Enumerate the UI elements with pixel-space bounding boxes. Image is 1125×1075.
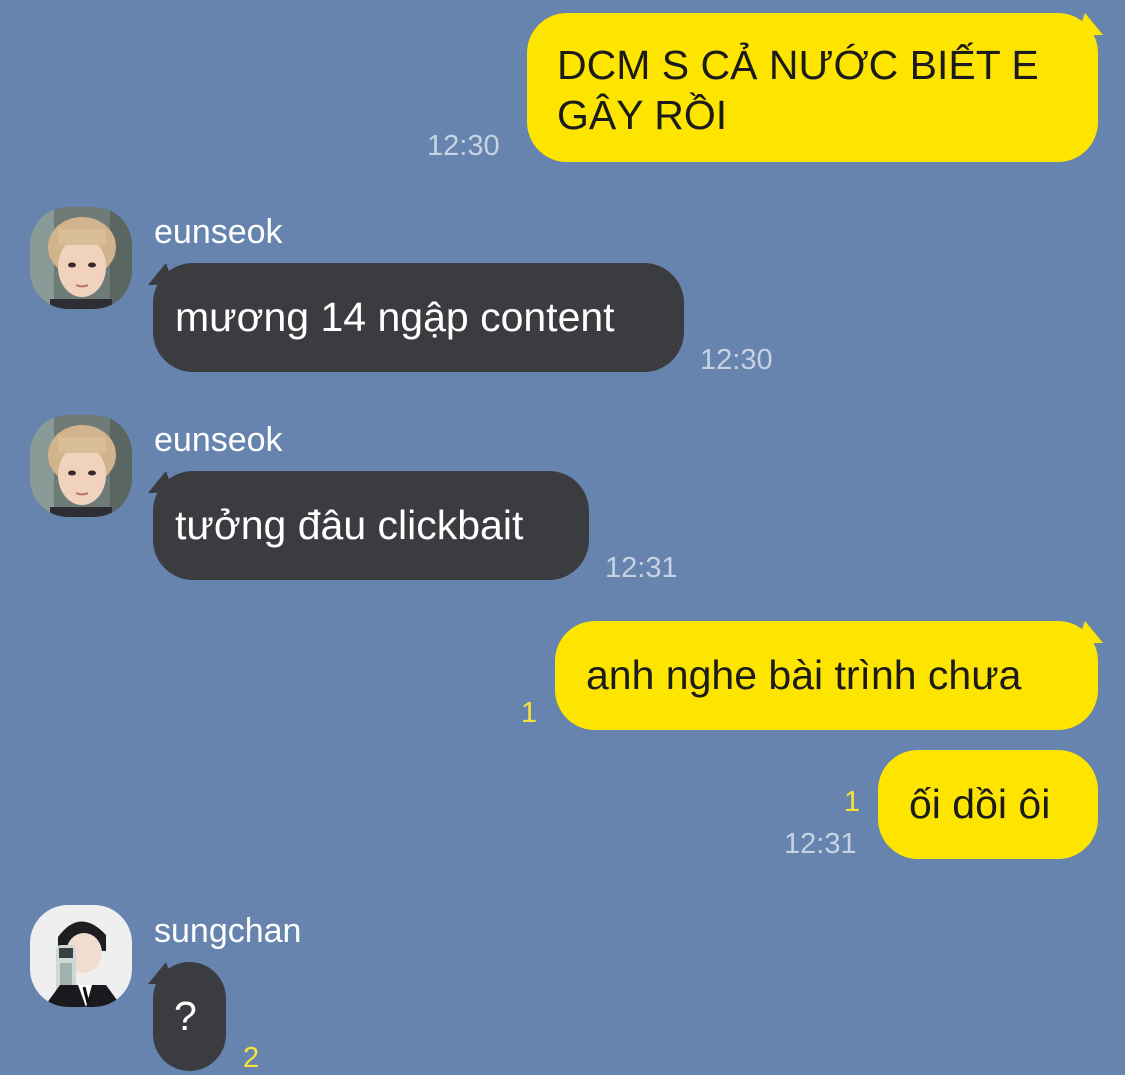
message-time: 12:30 [427, 130, 500, 162]
sender-name: eunseok [154, 421, 283, 459]
avatar-photo-icon [30, 415, 132, 517]
message-text: tưởng đâu clickbait [175, 502, 524, 548]
outgoing-message-bubble[interactable]: anh nghe bài trình chưa [555, 621, 1098, 730]
avatar-eunseok[interactable] [30, 415, 132, 517]
message-text: DCM S CẢ NƯỚC BIẾT E GÂY RỒI [557, 42, 1039, 138]
message-time: 12:30 [700, 344, 773, 376]
incoming-message-bubble[interactable]: tưởng đâu clickbait [153, 471, 589, 580]
outgoing-message-bubble[interactable]: ối dồi ôi [878, 750, 1098, 859]
message-text: anh nghe bài trình chưa [586, 652, 1022, 698]
unread-count: 1 [521, 697, 538, 729]
message-text: ? [174, 993, 197, 1039]
message-time: 12:31 [784, 828, 857, 860]
avatar-sungchan[interactable] [30, 905, 132, 1007]
avatar-eunseok[interactable] [30, 207, 132, 309]
message-text: ối dồi ôi [909, 781, 1051, 827]
incoming-message-bubble[interactable]: ? [153, 962, 226, 1071]
message-time: 12:31 [605, 552, 678, 584]
unread-count: 1 [844, 786, 861, 818]
unread-count: 2 [243, 1042, 260, 1074]
message-text: mương 14 ngập content [175, 294, 615, 340]
incoming-message-bubble[interactable]: mương 14 ngập content [153, 263, 684, 372]
avatar-photo-icon [30, 905, 132, 1007]
sender-name: sungchan [154, 912, 302, 950]
avatar-photo-icon [30, 207, 132, 309]
sender-name: eunseok [154, 213, 283, 251]
chat-room: DCM S CẢ NƯỚC BIẾT E GÂY RỒI 12:30 eunse… [0, 0, 1125, 1074]
outgoing-message-bubble[interactable]: DCM S CẢ NƯỚC BIẾT E GÂY RỒI [527, 13, 1098, 162]
